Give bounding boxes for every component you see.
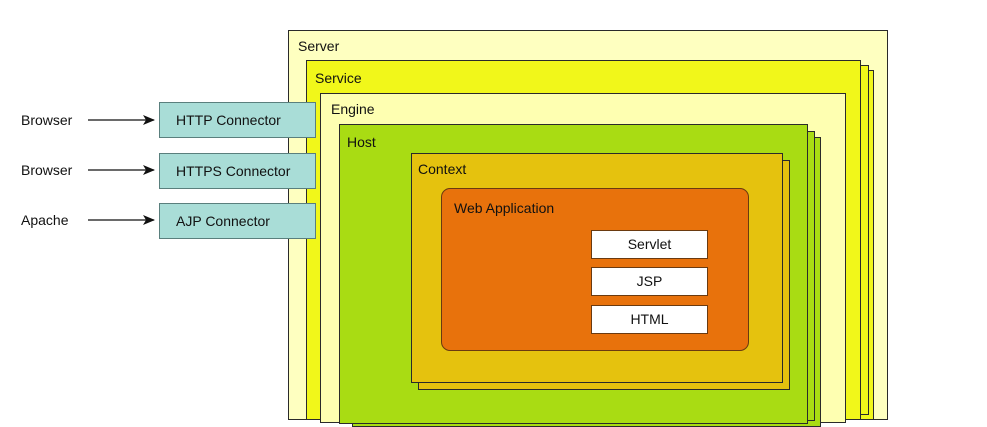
connector-arrows [88, 115, 155, 225]
